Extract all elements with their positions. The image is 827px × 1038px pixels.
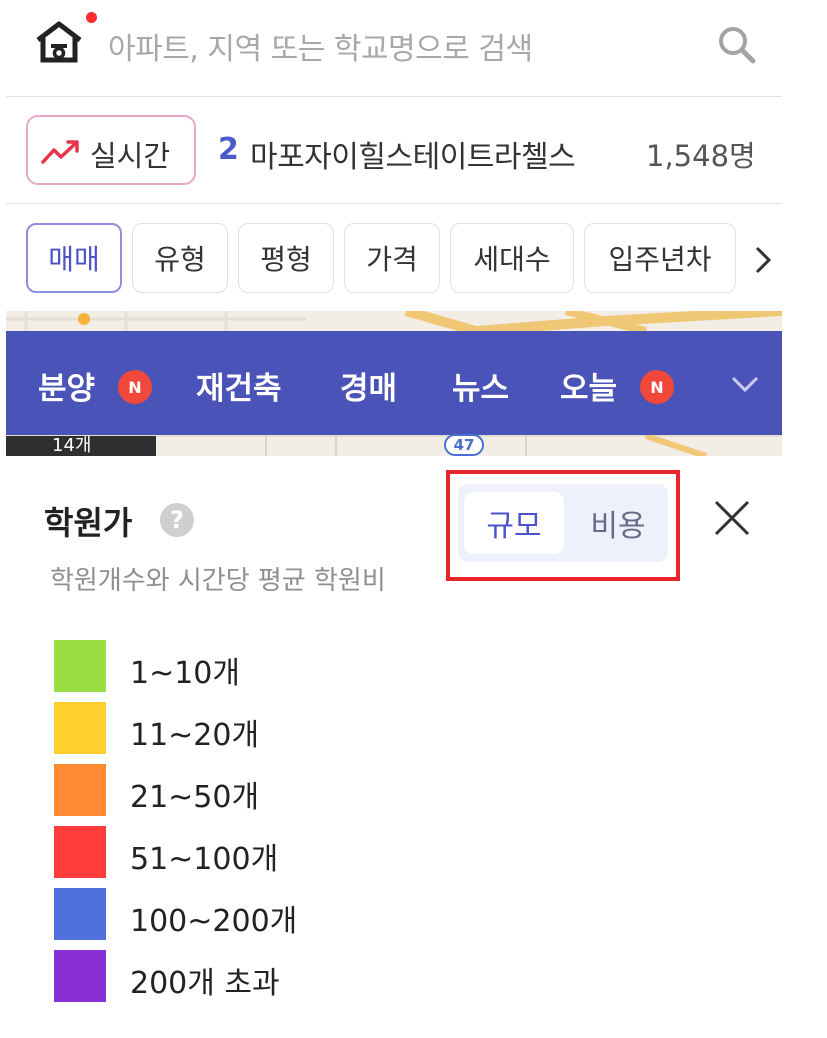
close-icon[interactable]	[712, 498, 752, 538]
map-road-label: 47	[444, 434, 484, 456]
nav-presale[interactable]: 분양	[38, 363, 95, 408]
legend-label: 1~10개	[130, 656, 240, 691]
toggle-scale[interactable]: 규모	[464, 492, 564, 554]
legend-swatch	[54, 640, 106, 692]
new-badge: N	[118, 370, 152, 404]
section-title: 학원가	[44, 504, 133, 542]
legend-swatch	[54, 888, 106, 940]
legend-swatch	[54, 764, 106, 816]
legend-label: 21~50개	[130, 780, 260, 815]
legend-item: 200개 초과	[54, 950, 454, 1012]
chevron-right-icon[interactable]	[750, 243, 776, 277]
trending-up-icon	[41, 140, 79, 164]
trend-rank: 2	[218, 132, 239, 167]
map-count-label: 14개	[6, 436, 156, 456]
nav-today[interactable]: 오늘	[560, 363, 617, 408]
legend: 1~10개 11~20개 21~50개 51~100개 100~200개 200…	[54, 640, 454, 1012]
legend-label: 51~100개	[130, 842, 279, 877]
home-logo-icon[interactable]	[34, 18, 84, 66]
legend-swatch	[54, 826, 106, 878]
filter-type[interactable]: 유형	[132, 223, 228, 293]
filter-sale[interactable]: 매매	[26, 223, 122, 293]
scale-cost-toggle: 규모 비용	[458, 484, 668, 562]
notification-dot	[86, 12, 97, 23]
legend-label: 11~20개	[130, 718, 260, 753]
mobile-panel: 아파트, 지역 또는 학교명으로 검색 실시간 2 마포자이힐스테이트라첼스 1…	[0, 0, 782, 1038]
legend-swatch	[54, 950, 106, 1002]
highlight-box: 규모 비용	[446, 470, 680, 581]
trend-apartment-name[interactable]: 마포자이힐스테이트라첼스	[250, 132, 576, 176]
legend-item: 11~20개	[54, 702, 454, 764]
nav-reconstruction[interactable]: 재건축	[196, 363, 282, 408]
search-bar: 아파트, 지역 또는 학교명으로 검색	[6, 0, 782, 97]
filter-bar: 매매 유형 평형 가격 세대수 입주년차	[6, 205, 782, 310]
legend-item: 51~100개	[54, 826, 454, 888]
filter-price[interactable]: 가격	[344, 223, 440, 293]
legend-item: 21~50개	[54, 764, 454, 826]
help-icon[interactable]: ?	[160, 503, 194, 537]
filter-households[interactable]: 세대수	[450, 223, 574, 293]
nav-news[interactable]: 뉴스	[452, 363, 509, 408]
section-description: 학원개수와 시간당 평균 학원비	[50, 566, 386, 596]
chevron-down-icon[interactable]	[728, 369, 762, 399]
legend-item: 100~200개	[54, 888, 454, 950]
legend-label: 100~200개	[130, 904, 298, 939]
search-icon[interactable]	[714, 22, 760, 68]
filter-size[interactable]: 평형	[238, 223, 334, 293]
legend-swatch	[54, 702, 106, 754]
legend-item: 1~10개	[54, 640, 454, 702]
nav-auction[interactable]: 경매	[340, 363, 397, 408]
filter-move-in-year[interactable]: 입주년차	[584, 223, 736, 293]
realtime-trending-bar: 실시간 2 마포자이힐스테이트라첼스 1,548명	[6, 98, 782, 204]
search-input[interactable]: 아파트, 지역 또는 학교명으로 검색	[108, 24, 533, 68]
new-badge: N	[640, 370, 674, 404]
trend-count: 1,548명	[646, 139, 756, 173]
realtime-label: 실시간	[90, 139, 171, 173]
realtime-button[interactable]: 실시간	[26, 115, 196, 185]
toggle-cost[interactable]: 비용	[568, 492, 668, 554]
category-nav: 분양 N 재건축 경매 뉴스 오늘 N	[6, 331, 782, 435]
legend-label: 200개 초과	[130, 966, 280, 1001]
